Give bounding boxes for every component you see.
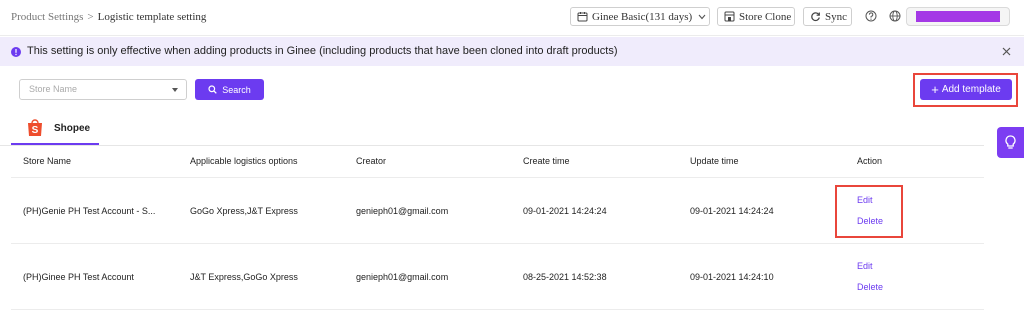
redacted-username bbox=[916, 11, 1000, 22]
globe-icon[interactable] bbox=[889, 10, 901, 22]
calendar-icon bbox=[577, 12, 588, 22]
column-header: Applicable logistics options bbox=[190, 156, 298, 166]
sync-button[interactable]: Sync bbox=[803, 7, 852, 26]
search-button[interactable]: Search bbox=[195, 79, 264, 100]
creator-cell: genieph01@gmail.com bbox=[356, 206, 449, 216]
edit-link[interactable]: Edit bbox=[857, 261, 873, 271]
breadcrumb: Product Settings > Logistic template setti… bbox=[11, 11, 206, 23]
plan-selector[interactable]: Ginee Basic(131 days) bbox=[570, 7, 710, 26]
breadcrumb-current: Logistic template setting bbox=[97, 11, 207, 23]
store-name-placeholder: Store Name bbox=[29, 84, 78, 94]
update-time-cell: 09-01-2021 14:24:10 bbox=[690, 272, 774, 282]
delete-link[interactable]: Delete bbox=[857, 282, 883, 292]
top-header: Product Settings > Logistic template setti… bbox=[0, 0, 1024, 36]
create-time-cell: 08-25-2021 14:52:38 bbox=[523, 272, 607, 282]
plan-label: Ginee Basic(131 days) bbox=[592, 10, 693, 23]
action-highlight bbox=[835, 185, 903, 238]
breadcrumb-parent[interactable]: Product Settings bbox=[11, 11, 83, 23]
chevron-down-icon bbox=[698, 14, 706, 19]
info-icon bbox=[11, 47, 21, 57]
column-header: Creator bbox=[356, 156, 387, 166]
notice-text: This setting is only effective when addi… bbox=[27, 45, 618, 57]
column-header: Update time bbox=[690, 156, 739, 166]
svg-text:S: S bbox=[32, 125, 39, 136]
shopee-logo-icon: S bbox=[28, 119, 42, 136]
tab-shopee[interactable]: S Shopee bbox=[11, 115, 99, 145]
column-header: Store Name bbox=[23, 156, 72, 166]
tips-button[interactable] bbox=[997, 127, 1024, 158]
create-time-cell: 09-01-2021 14:24:24 bbox=[523, 206, 607, 216]
add-template-label: Add template bbox=[941, 84, 1001, 95]
table-header: Store Name Applicable logistics options … bbox=[11, 146, 984, 178]
update-time-cell: 09-01-2021 14:24:24 bbox=[690, 206, 774, 216]
logistics-cell: GoGo Xpress,J&T Express bbox=[190, 206, 298, 216]
store-icon bbox=[724, 11, 735, 22]
search-label: Search bbox=[222, 84, 251, 95]
search-icon bbox=[208, 85, 217, 94]
help-icon[interactable] bbox=[865, 10, 877, 22]
lightbulb-icon bbox=[1005, 135, 1016, 149]
store-name-cell: (PH)Ginee PH Test Account bbox=[23, 272, 134, 282]
breadcrumb-separator: > bbox=[87, 11, 94, 23]
column-header: Create time bbox=[523, 156, 570, 166]
caret-down-icon bbox=[172, 88, 178, 92]
store-name-cell: (PH)Genie PH Test Account - S... bbox=[23, 206, 156, 216]
store-clone-label: Store Clone bbox=[739, 10, 792, 23]
sync-label: Sync bbox=[825, 10, 847, 23]
plus-icon: + bbox=[931, 82, 939, 97]
tab-shopee-label: Shopee bbox=[54, 123, 91, 134]
sync-icon bbox=[811, 12, 820, 22]
column-header: Action bbox=[857, 156, 883, 166]
close-icon[interactable] bbox=[1002, 47, 1011, 56]
table-row: (PH)Ginee PH Test Account J&T Express,Go… bbox=[11, 244, 984, 310]
creator-cell: genieph01@gmail.com bbox=[356, 272, 449, 282]
store-name-select[interactable]: Store Name bbox=[19, 79, 187, 100]
notice-banner: This setting is only effective when addi… bbox=[0, 37, 1024, 66]
user-account-menu[interactable] bbox=[906, 7, 1010, 26]
add-template-button[interactable]: + Add template bbox=[920, 79, 1012, 100]
logistics-cell: J&T Express,GoGo Xpress bbox=[190, 272, 298, 282]
store-clone-button[interactable]: Store Clone bbox=[717, 7, 795, 26]
